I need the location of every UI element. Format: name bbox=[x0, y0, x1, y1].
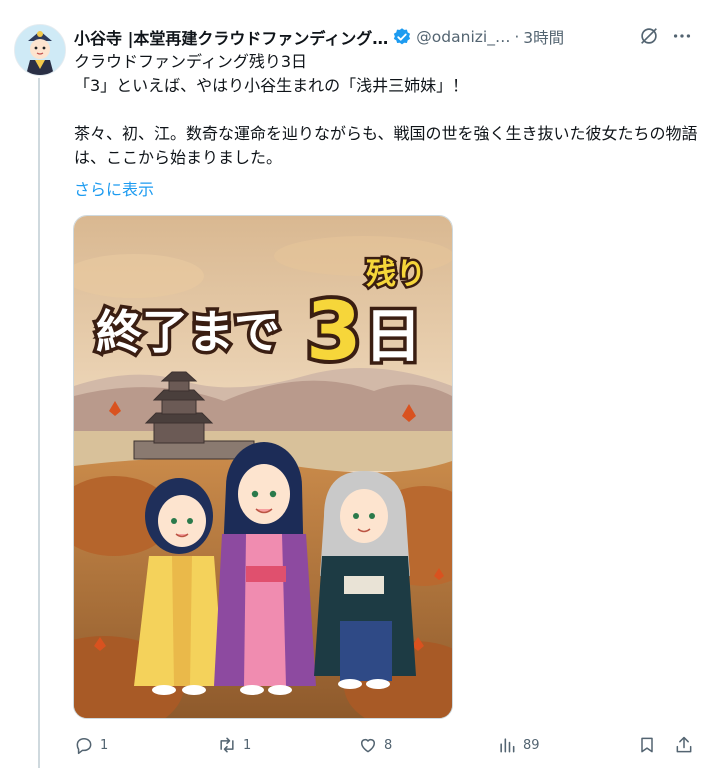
retweet-button[interactable]: 1 bbox=[217, 730, 251, 760]
bookmark-icon bbox=[641, 737, 653, 753]
avatar[interactable] bbox=[14, 24, 66, 76]
bookmark-button[interactable] bbox=[637, 730, 657, 760]
action-bar: 1 1 8 89 bbox=[74, 730, 704, 760]
avatar-image bbox=[15, 25, 65, 75]
tweet-text: クラウドファンディング残り3日 「3」といえば、やはり小谷生まれの「浅井三姉妹」… bbox=[74, 50, 714, 170]
headline-label: 終了まで bbox=[96, 305, 280, 359]
views-icon bbox=[500, 738, 515, 753]
reply-button[interactable]: 1 bbox=[74, 730, 108, 760]
handle[interactable]: @odanizi_… bbox=[416, 28, 510, 46]
retweet-count: 1 bbox=[243, 737, 252, 753]
headline-number: 3 bbox=[306, 285, 362, 378]
grok-icon[interactable] bbox=[637, 24, 661, 48]
character-left bbox=[134, 478, 224, 695]
tweet-line: 「3」といえば、やはり小谷生まれの「浅井三姉妹」！ bbox=[74, 76, 469, 95]
like-icon bbox=[361, 738, 375, 753]
retweet-icon bbox=[220, 737, 234, 753]
character-center bbox=[214, 442, 316, 695]
show-more-link[interactable]: さらに表示 bbox=[74, 176, 154, 200]
verified-badge-icon bbox=[394, 28, 411, 45]
separator-dot: · bbox=[514, 28, 520, 46]
badge-remaining: 残り bbox=[366, 257, 426, 292]
reply-count: 1 bbox=[100, 737, 109, 753]
reply-icon bbox=[76, 738, 92, 755]
tweet-paragraph: 茶々、初、江。数奇な運命を辿りながらも、戦国の世を強く生き抜いた彼女たちの物語は… bbox=[74, 124, 698, 167]
thread-line bbox=[38, 78, 40, 768]
like-count: 8 bbox=[384, 737, 393, 753]
share-icon bbox=[676, 736, 692, 753]
timestamp[interactable]: 3時間 bbox=[523, 26, 564, 48]
display-name[interactable]: 小谷寺 |本堂再建クラウドファンディング… bbox=[74, 25, 388, 49]
tweet-image[interactable]: 終了まで 3 日 残り bbox=[73, 215, 453, 719]
headline-unit: 日 bbox=[364, 302, 422, 370]
tweet-header: 小谷寺 |本堂再建クラウドファンディング… @odanizi_… · 3時間 bbox=[74, 24, 714, 50]
tweet-line: クラウドファンディング残り3日 bbox=[74, 52, 308, 71]
like-button[interactable]: 8 bbox=[358, 730, 392, 760]
more-icon[interactable] bbox=[670, 24, 694, 48]
views-button[interactable]: 89 bbox=[497, 730, 540, 760]
character-right bbox=[314, 471, 416, 689]
view-count: 89 bbox=[523, 737, 540, 753]
share-button[interactable] bbox=[674, 730, 694, 760]
